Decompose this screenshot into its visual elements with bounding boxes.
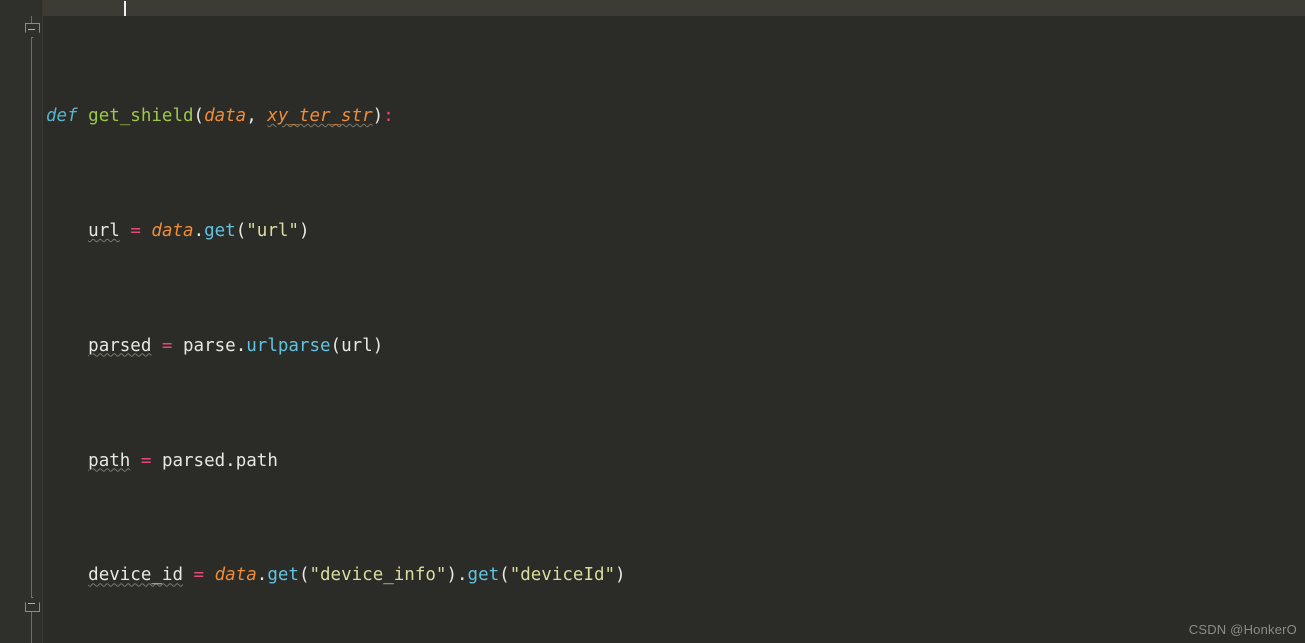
token-identifier: path — [88, 450, 131, 471]
token-call: get — [204, 220, 236, 241]
code-line[interactable]: path = parsed.path — [42, 447, 1305, 476]
code-line[interactable]: parsed = parse.urlparse(url) — [42, 332, 1305, 361]
token-call: get — [467, 565, 500, 586]
code-content[interactable]: def get_shield(data, xy_ter_str): url = … — [42, 16, 1305, 643]
code-line[interactable]: device_id = data.get("device_info").get(… — [42, 561, 1305, 590]
fold-collapse-start-icon[interactable] — [25, 23, 40, 38]
token-operator: : — [383, 106, 394, 127]
fold-region-line — [31, 16, 32, 643]
fold-collapse-end-icon[interactable] — [25, 597, 40, 612]
watermark: CSDN @HonkerO — [1188, 622, 1297, 637]
token-identifier: path — [235, 450, 278, 471]
token-identifier: parsed — [161, 450, 226, 471]
token-operator: = — [130, 220, 141, 241]
token-keyword: def — [46, 106, 78, 127]
token-identifier: device_id — [88, 565, 183, 586]
fold-gutter[interactable] — [0, 0, 43, 643]
token-function-name: get_shield — [88, 106, 194, 127]
code-line[interactable]: url = data.get("url") — [42, 217, 1305, 246]
token-parameter: xy_ter_str — [267, 106, 373, 127]
token-identifier: parse — [183, 335, 236, 356]
code-line[interactable]: def get_shield(data, xy_ter_str): — [42, 102, 1305, 131]
token-call: get — [267, 565, 299, 586]
token-identifier: url — [341, 335, 373, 356]
token-parameter: data — [214, 565, 257, 586]
token-parameter: data — [151, 220, 194, 241]
token-identifier: parsed — [88, 335, 152, 356]
token-string: "device_info" — [309, 565, 447, 586]
token-call: urlparse — [246, 335, 331, 356]
token-parameter: data — [204, 106, 247, 127]
text-caret — [124, 1, 126, 16]
token-string: "deviceId" — [509, 565, 616, 586]
token-identifier: url — [88, 220, 120, 241]
code-editor[interactable]: def get_shield(data, xy_ter_str): url = … — [0, 0, 1305, 643]
current-line-highlight — [0, 0, 1305, 16]
token-operator: = — [161, 335, 173, 356]
token-string: "url" — [246, 220, 299, 241]
token-operator: = — [140, 450, 152, 471]
token-operator: = — [193, 565, 205, 586]
